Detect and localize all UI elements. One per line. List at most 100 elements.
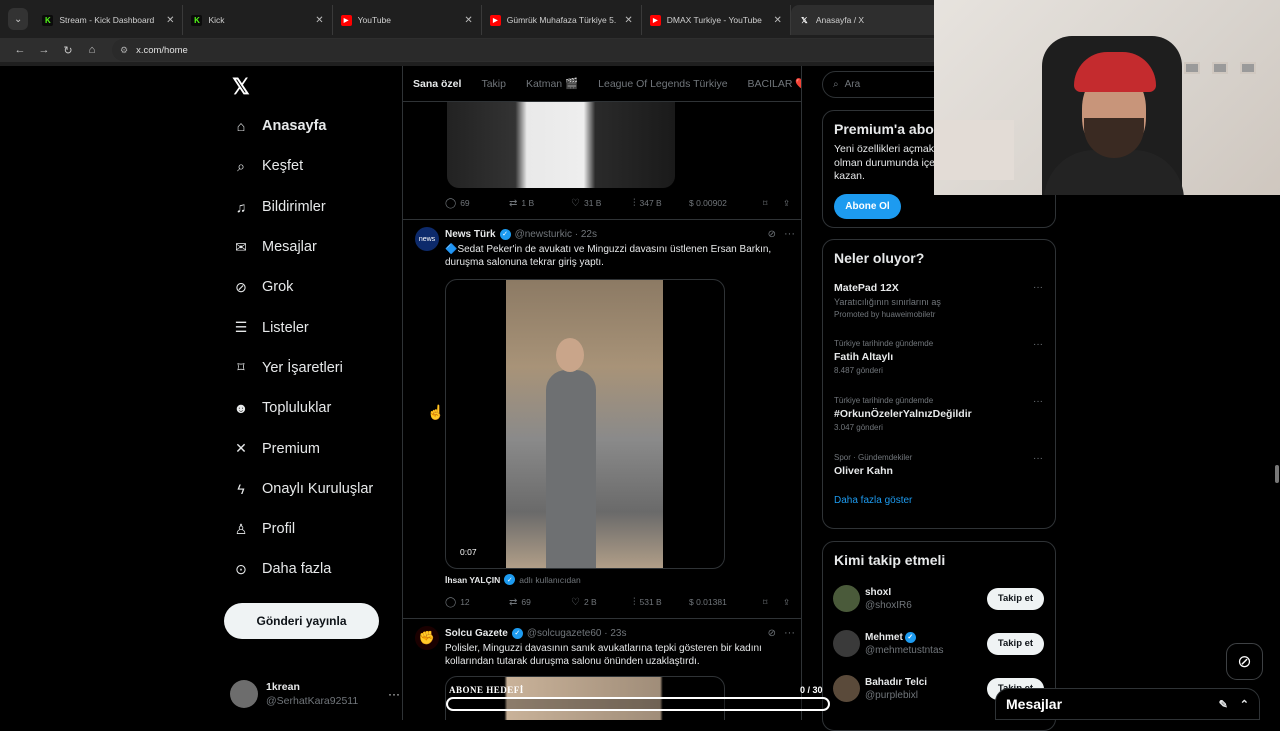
back-icon[interactable]: ← (8, 44, 32, 56)
avatar (833, 585, 860, 612)
tab-close-icon[interactable]: ✕ (774, 15, 782, 26)
grok-icon[interactable]: ⊘ (768, 628, 776, 639)
address-bar[interactable]: ⚙ x.com/home (112, 39, 940, 61)
nav-grok[interactable]: ⊘ Grok (222, 267, 402, 307)
show-more-link[interactable]: Daha fazla göster (823, 495, 1055, 506)
tab-close-icon[interactable]: ✕ (315, 15, 323, 26)
tweet-video[interactable]: 0:07 (445, 279, 725, 569)
subscribe-button[interactable]: Abone Ol (834, 193, 901, 219)
forward-icon[interactable]: → (32, 44, 56, 56)
nav-profile[interactable]: ♙ Profil (222, 509, 402, 549)
follow-button[interactable]: Takip et (987, 587, 1044, 610)
nav-premium[interactable]: ✕ Premium (222, 428, 402, 468)
browser-tab[interactable]: ▶ Gümrük Muhafaza Türkiye 5. Bölüm ✕ (482, 5, 642, 35)
home-icon: ⌂ (236, 118, 246, 135)
trend-item[interactable]: Spor · Gündemdekiler Oliver Kahn ··· (823, 453, 1055, 495)
tab-for-you[interactable]: Sana özel (403, 78, 471, 90)
tab-strip: ⌄ K Stream - Kick Dashboard ✕ K Kick ✕ ▶… (0, 0, 941, 38)
share-icon[interactable]: ⇪ (783, 198, 790, 209)
trend-item[interactable]: Türkiye tarihinde gündemde #OrkunÖzelerY… (823, 396, 1055, 453)
x-logo-icon[interactable]: 𝕏 (232, 74, 250, 100)
more-icon[interactable]: ··· (1033, 396, 1043, 407)
nav-bookmarks[interactable]: ⌑ Yer İşaretleri (222, 348, 402, 388)
reload-icon[interactable]: ↻ (56, 44, 80, 57)
nav-explore[interactable]: ⌕ Keşfet (222, 146, 402, 186)
follow-button[interactable]: Takip et (987, 632, 1044, 655)
trends-title: Neler oluyor? (834, 250, 925, 266)
new-message-icon[interactable]: ✎ (1219, 698, 1228, 711)
nav-lists[interactable]: ☰ Listeler (222, 307, 402, 347)
repost-button[interactable]: ⇄ 69 (509, 597, 571, 608)
media-attribution[interactable]: İhsan YALÇIN ✓ adlı kullanıcıdan (445, 574, 581, 585)
video-subject-head (556, 338, 584, 372)
share-icon[interactable]: ⇪ (783, 597, 790, 608)
trend-item[interactable]: Türkiye tarihinde gündemde Fatih Altaylı… (823, 339, 1055, 396)
person-icon: ♙ (234, 520, 248, 537)
nav-verified-orgs[interactable]: ϟ Onaylı Kuruluşlar (222, 469, 402, 509)
more-icon[interactable]: ··· (784, 228, 795, 240)
communities-icon: ☻ (233, 400, 249, 417)
chart-icon: ⫶ (633, 596, 636, 608)
tab-search-button[interactable]: ⌄ (8, 8, 29, 30)
more-icon[interactable]: ··· (784, 627, 795, 639)
more-icon[interactable]: ··· (1033, 453, 1043, 464)
tweet-media-image[interactable] (447, 102, 675, 188)
follow-suggestion[interactable]: Mehmet ✓ @mehmetustntas Takip et (823, 621, 1055, 666)
tab-close-icon[interactable]: ✕ (624, 15, 632, 26)
browser-tab[interactable]: K Kick ✕ (183, 5, 333, 35)
scrollbar[interactable] (1275, 465, 1279, 483)
like-button[interactable]: ♡ 31 B (571, 198, 633, 209)
tip-button[interactable]: $ 0.00902 (689, 198, 763, 208)
more-icon[interactable]: ··· (388, 687, 400, 701)
bookmark-icon[interactable]: ⌑ (763, 198, 783, 209)
trend-item[interactable]: MatePad 12X Yaratıcılığının sınırlarını … (823, 282, 1055, 339)
more-icon[interactable]: ··· (1033, 282, 1043, 293)
grok-icon[interactable]: ⊘ (768, 229, 776, 240)
nav-more[interactable]: ⊙ Daha fazla (222, 549, 402, 589)
bookmark-icon[interactable]: ⌑ (763, 597, 783, 608)
tab-bacilar[interactable]: BACILAR ❤️ (738, 77, 801, 90)
tab-lol-turkiye[interactable]: League Of Legends Türkiye (588, 78, 737, 90)
more-icon[interactable]: ··· (1033, 339, 1043, 350)
browser-tab-active[interactable]: 𝕏 Anasayfa / X (790, 5, 941, 35)
like-button[interactable]: ♡ 2 B (571, 597, 633, 608)
home-icon[interactable]: ⌂ (80, 44, 104, 56)
trends-card: Neler oluyor? MatePad 12X Yaratıcılığını… (822, 239, 1056, 529)
avatar[interactable]: ✊ (415, 626, 439, 650)
verified-badge-icon: ✓ (904, 631, 916, 643)
author-handle[interactable]: @solcugazete60 · 23s (527, 628, 627, 639)
reply-button[interactable]: ◯ 69 (445, 198, 509, 209)
reply-icon: ◯ (445, 197, 457, 209)
browser-tab[interactable]: ▶ YouTube ✕ (333, 5, 482, 35)
tab-close-icon[interactable]: ✕ (464, 15, 472, 26)
chevron-up-icon[interactable]: ⌃ (1240, 698, 1249, 711)
tip-button[interactable]: $ 0.01381 (689, 597, 763, 607)
repost-icon: ⇄ (509, 197, 518, 209)
tab-close-icon[interactable]: ✕ (166, 15, 174, 26)
nav-messages[interactable]: ✉ Mesajlar (222, 227, 402, 267)
nav-communities[interactable]: ☻ Topluluklar (222, 388, 402, 428)
browser-tab[interactable]: K Stream - Kick Dashboard ✕ (34, 5, 184, 35)
grok-icon[interactable]: ⊘ (1226, 643, 1263, 680)
author-name[interactable]: News Türk (445, 229, 496, 240)
follow-handle: @mehmetustntas (865, 644, 944, 656)
account-switcher[interactable]: 1krean @SerhatKara92511 ··· (230, 676, 400, 712)
reply-button[interactable]: ◯ 12 (445, 597, 509, 608)
views-button[interactable]: ⫶ 531 B (633, 597, 689, 608)
author-name[interactable]: Solcu Gazete (445, 628, 508, 639)
tab-title: YouTube (357, 15, 392, 25)
avatar[interactable]: news (415, 227, 439, 251)
author-handle[interactable]: @newsturkic · 22s (515, 229, 597, 240)
tab-following[interactable]: Takip (471, 78, 516, 90)
post-button[interactable]: Gönderi yayınla (224, 603, 379, 639)
tab-katman[interactable]: Katman 🎬 (516, 77, 588, 90)
views-button[interactable]: ⫶ 347 B (633, 198, 689, 209)
video-duration: 0:07 (456, 546, 481, 558)
nav-notifications[interactable]: ♫ Bildirimler (222, 187, 402, 227)
site-info-icon[interactable]: ⚙ (120, 45, 128, 56)
messages-drawer[interactable]: Mesajlar ✎ ⌃ (995, 688, 1260, 720)
follow-suggestion[interactable]: shoxI @shoxIR6 Takip et (823, 576, 1055, 621)
browser-tab[interactable]: ▶ DMAX Turkiye - YouTube ✕ (642, 5, 791, 35)
repost-button[interactable]: ⇄ 1 B (509, 198, 571, 209)
nav-home[interactable]: ⌂ Anasayfa (222, 106, 402, 146)
